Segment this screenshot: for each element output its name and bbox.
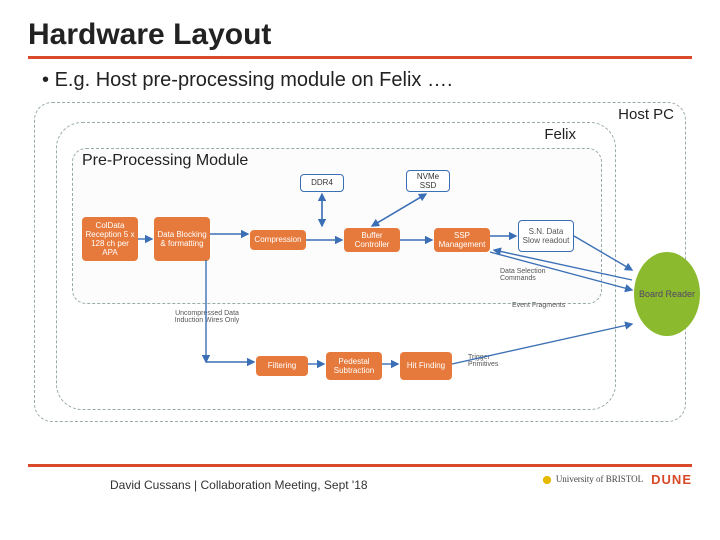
datablocking-block: Data Blocking & formatting: [154, 217, 210, 261]
page-title: Hardware Layout: [28, 18, 692, 59]
diagram-area: Host PC Felix Pre-Processing Module ColD…: [34, 102, 686, 432]
hostpc-label: Host PC: [618, 106, 674, 123]
bullet-text: E.g. Host pre-processing module on Felix…: [42, 69, 692, 92]
pedsub-block: Pedestal Subtraction: [326, 352, 382, 380]
coldata-block: ColData Reception 5 x 128 ch per APA: [82, 217, 138, 261]
sspmgmt-block: SSP Management: [434, 228, 490, 252]
ddr4-block: DDR4: [300, 174, 344, 192]
board-reader: Board Reader: [634, 252, 700, 336]
dune-logo: DUNE: [651, 472, 692, 487]
nvme-block: NVMe SSD: [406, 170, 450, 192]
bufctrl-block: Buffer Controller: [344, 228, 400, 252]
footer-rule: [28, 464, 692, 467]
uncomp-label: Uncompressed Data Induction Wires Only: [174, 310, 240, 325]
bristol-logo: University of BRISTOL: [540, 473, 644, 487]
felix-label: Felix: [544, 126, 576, 143]
footer-text: David Cussans | Collaboration Meeting, S…: [110, 478, 368, 492]
trigprim-label: Trigger Primitives: [468, 354, 518, 369]
evtfrag-label: Event Fragments: [512, 302, 565, 309]
filtering-block: Filtering: [256, 356, 308, 376]
ppm-label: Pre-Processing Module: [82, 152, 248, 170]
sun-icon: [540, 473, 554, 487]
compression-block: Compression: [250, 230, 306, 250]
hitfind-block: Hit Finding: [400, 352, 452, 380]
datasel-label: Data Selection Commands: [500, 268, 570, 283]
logos: University of BRISTOL DUNE: [540, 472, 692, 487]
sn-readout-block: S.N. Data Slow readout: [518, 220, 574, 252]
